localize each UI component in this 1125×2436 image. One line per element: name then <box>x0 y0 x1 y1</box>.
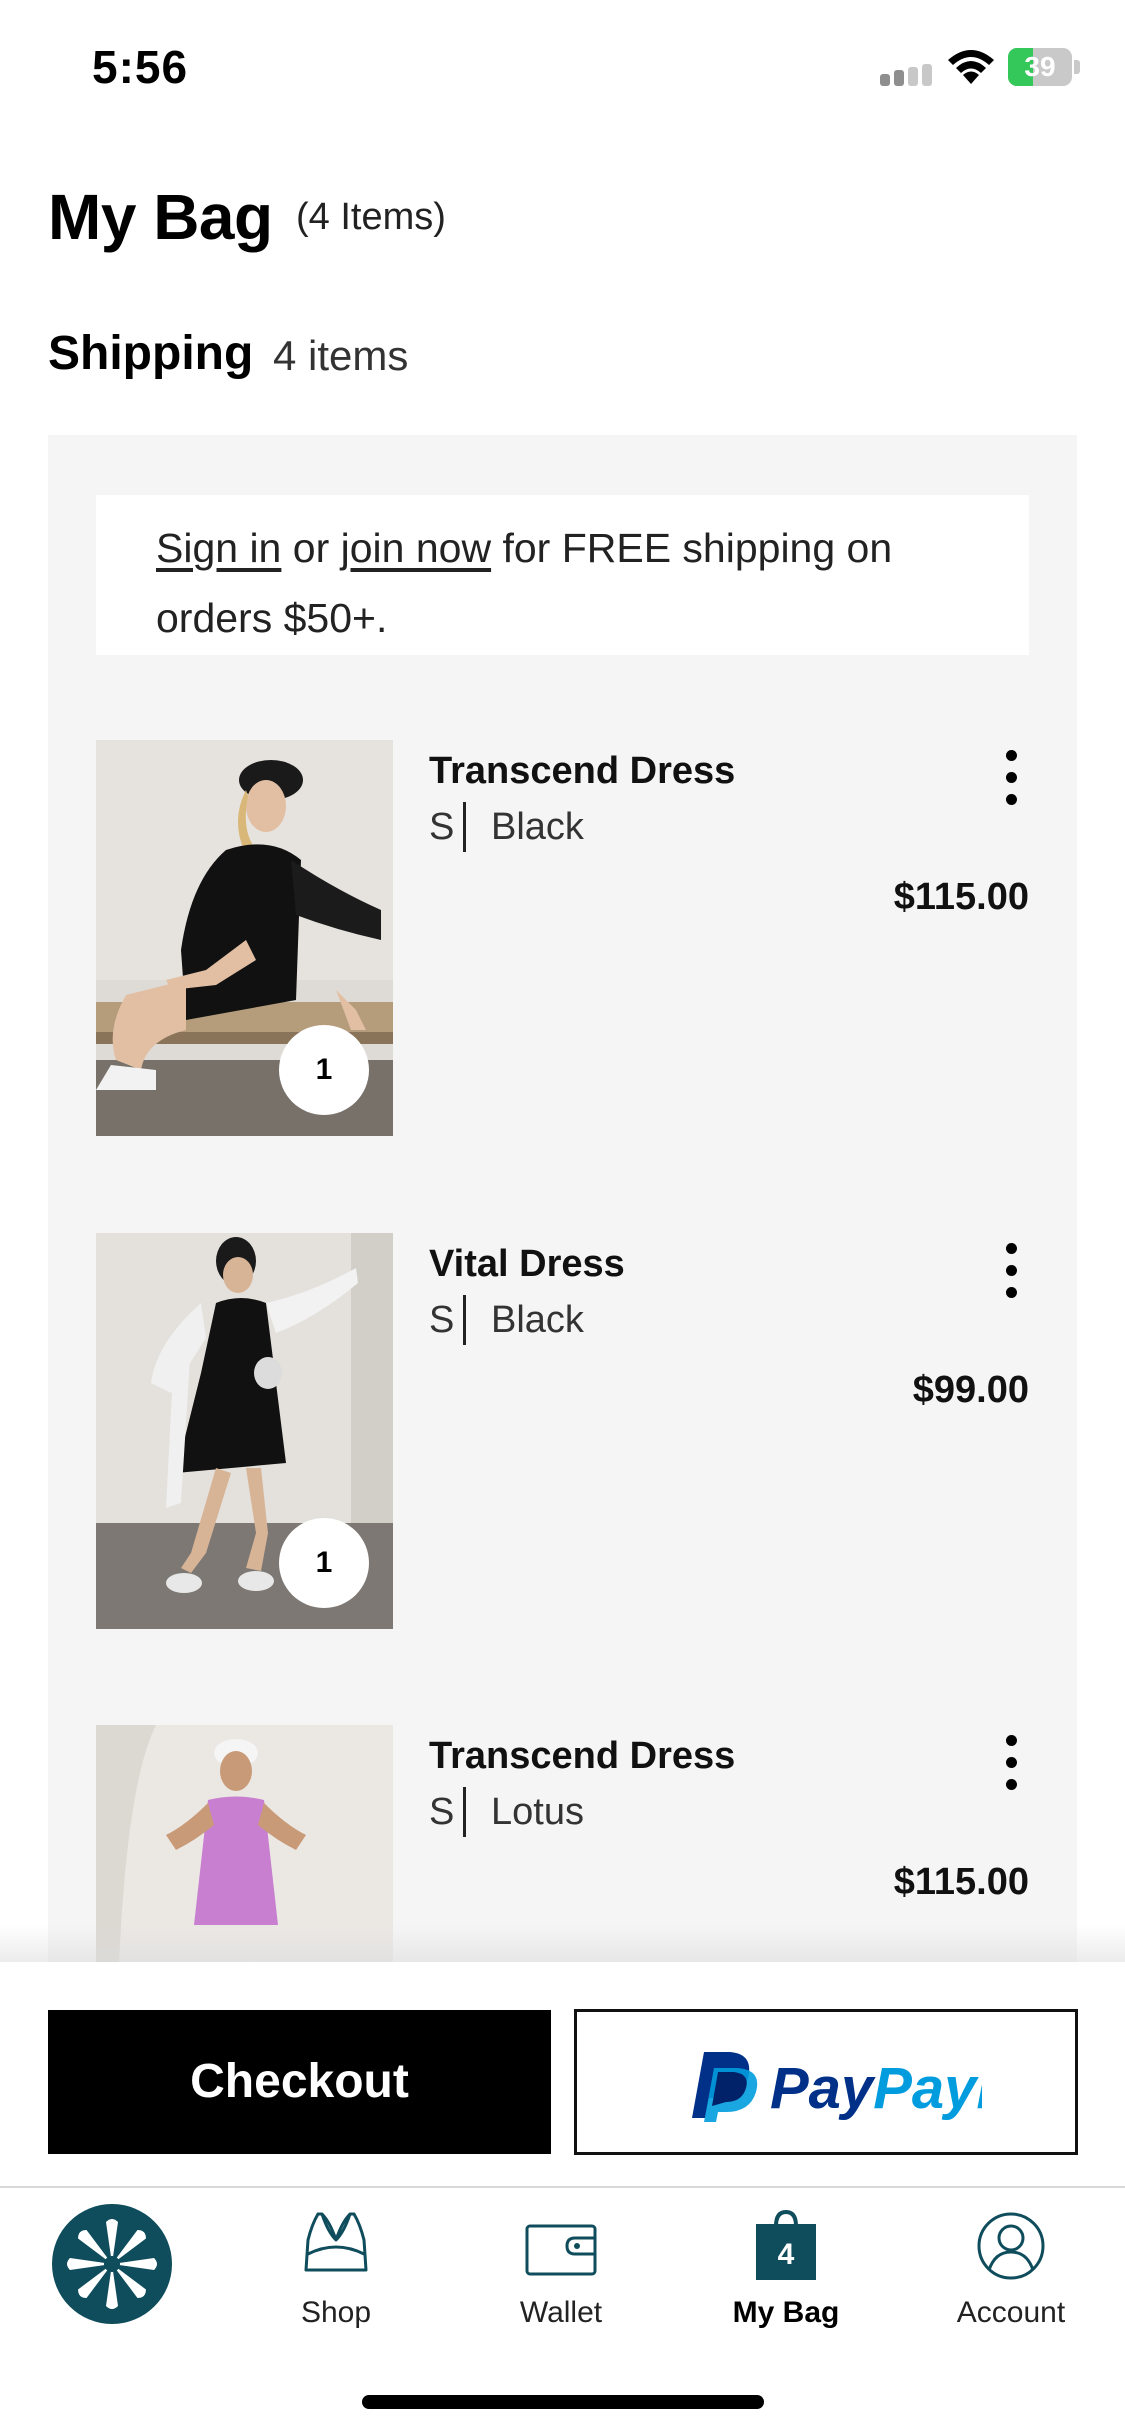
product-color: Lotus <box>491 1791 584 1833</box>
promo-or-text: or <box>281 525 341 571</box>
product-price: $115.00 <box>893 876 1029 918</box>
tab-my-bag[interactable]: 4 My Bag <box>686 2188 886 2348</box>
more-options-icon[interactable] <box>1001 1735 1021 1791</box>
product-price: $115.00 <box>893 1861 1029 1903</box>
bag-count-badge: 4 <box>778 2238 795 2271</box>
product-image[interactable]: 1 <box>96 1233 393 1629</box>
status-time: 5:56 <box>92 41 189 93</box>
shipping-section-title: Shipping <box>48 327 254 380</box>
paypal-text: PayPal <box>873 2056 982 2121</box>
join-now-link[interactable]: join now <box>341 525 491 571</box>
product-image[interactable]: 1 <box>96 740 393 1136</box>
product-price: $99.00 <box>912 1369 1029 1411</box>
sign-in-link[interactable]: Sign in <box>156 525 281 571</box>
tab-wallet[interactable]: Wallet <box>461 2188 661 2348</box>
attribute-divider <box>463 1787 466 1837</box>
cellular-signal-icon <box>880 64 936 86</box>
product-size: S <box>429 1791 455 1833</box>
quantity-badge: 1 <box>279 1025 369 1115</box>
svg-text:PayPayPal: PayPayPal <box>770 2056 982 2121</box>
bag-item: 1 Vital Dress S Black $99.00 <box>96 1233 1029 1629</box>
quantity-badge: 1 <box>279 1518 369 1608</box>
battery-percent: 39 <box>1024 51 1056 82</box>
product-name[interactable]: Transcend Dress <box>429 1735 735 1778</box>
home-indicator <box>362 2395 764 2409</box>
tab-my-bag-label: My Bag <box>732 2296 840 2329</box>
product-color: Black <box>491 1299 584 1341</box>
account-icon <box>977 2212 1045 2280</box>
bag-item: 1 Transcend Dress S Black $115.00 <box>96 740 1029 1136</box>
more-options-icon[interactable] <box>1001 1243 1021 1299</box>
bra-icon <box>304 2212 368 2272</box>
scroll-fade <box>0 1925 1125 1965</box>
product-color: Black <box>491 806 584 848</box>
brand-logo-icon <box>52 2204 172 2324</box>
checkout-action-bar: Checkout PayPayPal <box>0 1962 1125 2187</box>
wifi-icon <box>948 50 994 84</box>
product-name[interactable]: Vital Dress <box>429 1243 625 1286</box>
tab-account-label: Account <box>956 2296 1066 2329</box>
paypal-logo-icon: PayPayPal <box>692 2052 982 2122</box>
paypal-button[interactable]: PayPayPal <box>574 2009 1078 2155</box>
product-size: S <box>429 806 455 848</box>
more-options-icon[interactable] <box>1001 750 1021 806</box>
status-bar: 5:56 39 <box>0 0 1125 140</box>
shipping-panel: Sign in or join now for FREE shipping on… <box>48 435 1077 2121</box>
bag-item-count: (4 Items) <box>296 196 446 238</box>
attribute-divider <box>463 1295 466 1345</box>
checkout-button[interactable]: Checkout <box>48 2010 551 2154</box>
bag-icon: 4 <box>756 2210 816 2280</box>
shipping-item-count: 4 items <box>273 332 409 379</box>
wallet-icon <box>525 2224 597 2276</box>
tab-shop-label: Shop <box>300 2296 372 2329</box>
free-shipping-promo: Sign in or join now for FREE shipping on… <box>96 495 1029 655</box>
attribute-divider <box>463 802 466 852</box>
tab-home[interactable] <box>12 2188 212 2348</box>
product-name[interactable]: Transcend Dress <box>429 750 735 793</box>
battery-icon: 39 <box>1008 48 1080 86</box>
tab-wallet-label: Wallet <box>519 2296 603 2329</box>
tab-shop[interactable]: Shop <box>236 2188 436 2348</box>
product-size: S <box>429 1299 455 1341</box>
page-title: My Bag <box>48 181 273 253</box>
tab-account[interactable]: Account <box>911 2188 1111 2348</box>
